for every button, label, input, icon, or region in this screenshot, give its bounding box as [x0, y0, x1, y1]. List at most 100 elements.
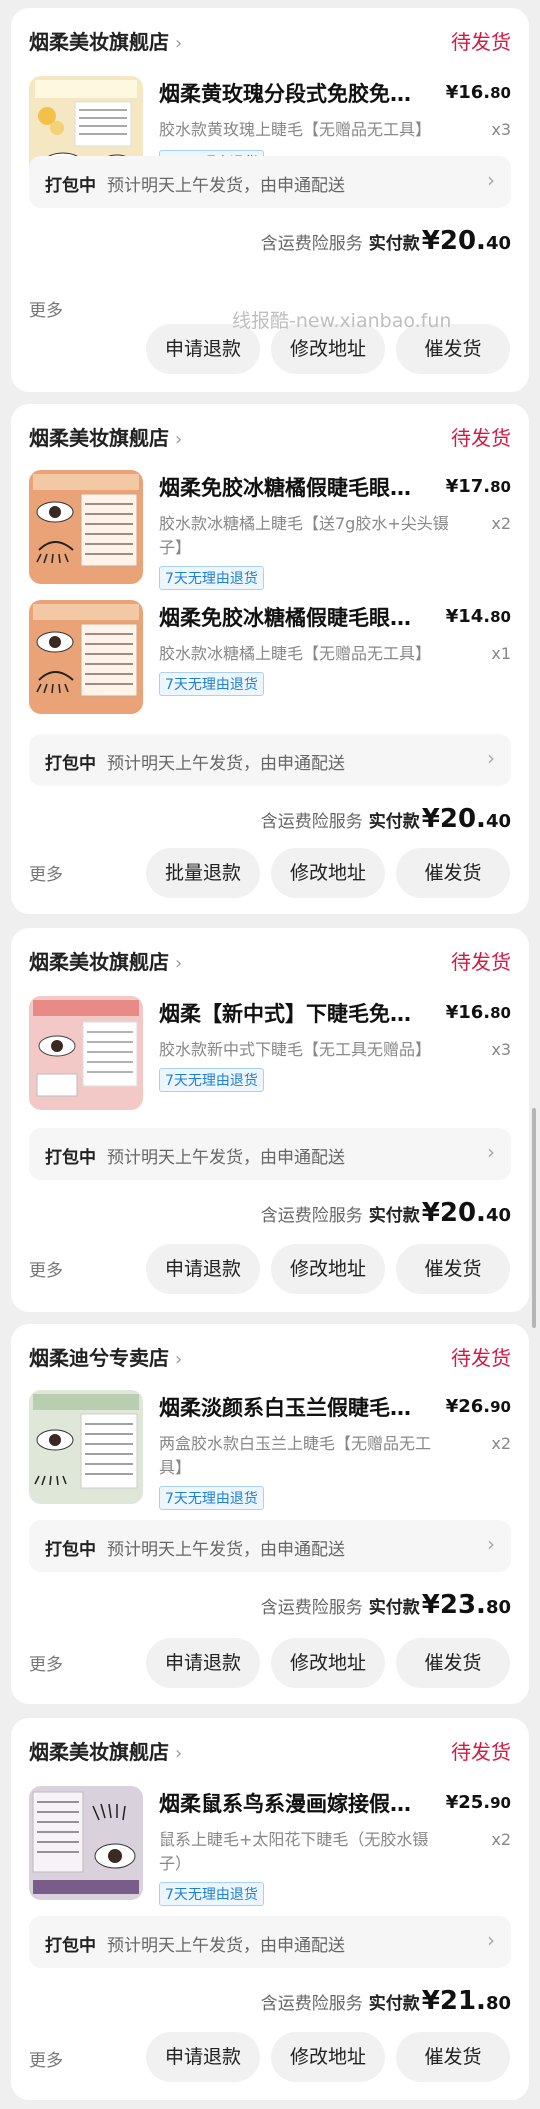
- scrollbar[interactable]: [532, 1108, 536, 1328]
- chevron-right-icon: ›: [487, 1928, 495, 1952]
- more-link[interactable]: 更多: [29, 1650, 63, 1675]
- product-title[interactable]: 烟柔【新中式】下睫毛免胶…: [159, 998, 414, 1028]
- chevron-right-icon: ›: [175, 1743, 183, 1764]
- shipping-status-bar[interactable]: 打包中 预计明天上午发货，由申通配送 ›: [29, 156, 511, 208]
- batch-refund-button[interactable]: 批量退款: [146, 848, 260, 898]
- paid-integer: ¥23.: [421, 1590, 486, 1620]
- refund-button[interactable]: 申请退款: [146, 2032, 260, 2082]
- shipping-status-bar[interactable]: 打包中 预计明天上午发货，由申通配送 ›: [29, 1520, 511, 1572]
- shop-header[interactable]: 烟柔美妆旗舰店 › 待发货: [29, 946, 511, 978]
- payment-summary: 含运费险服务 实付款¥20.40: [261, 1198, 511, 1228]
- urge-shipping-button[interactable]: 催发货: [396, 1244, 510, 1294]
- product-quantity: x3: [491, 1040, 511, 1059]
- shipping-status-label: 打包中: [45, 1148, 96, 1168]
- product-price: ¥26.90: [446, 1396, 511, 1417]
- refund-button[interactable]: 申请退款: [146, 1638, 260, 1688]
- paid-integer: ¥21.: [421, 1986, 486, 2016]
- paid-decimal: 40: [485, 233, 511, 254]
- order-item[interactable]: 烟柔免胶冰糖橘假睫毛眼… ¥17.80 胶水款冰糖橘上睫毛【送7g胶水+尖头镊子…: [29, 470, 511, 590]
- shipping-status-label: 打包中: [45, 176, 96, 196]
- price-integer: ¥16.: [445, 82, 491, 103]
- order-status: 待发货: [451, 1346, 511, 1370]
- price-integer: ¥17.: [445, 476, 491, 497]
- paid-amount: ¥20.40: [422, 804, 511, 834]
- order-item[interactable]: 烟柔淡颜系白玉兰假睫毛… ¥26.90 两盒胶水款白玉兰上睫毛【无赠品无工具】 …: [29, 1390, 511, 1510]
- paid-decimal: 40: [485, 811, 511, 832]
- insurance-note: 含运费险服务: [260, 812, 363, 832]
- product-spec: 胶水款新中式下睫毛【无工具无赠品】: [159, 1040, 432, 1059]
- change-address-button[interactable]: 修改地址: [271, 1244, 385, 1294]
- shop-header[interactable]: 烟柔美妆旗舰店 › 待发货: [29, 26, 511, 58]
- change-address-button[interactable]: 修改地址: [271, 848, 385, 898]
- shipping-status-bar[interactable]: 打包中 预计明天上午发货，由申通配送 ›: [29, 1128, 511, 1180]
- paid-integer: ¥20.: [421, 1198, 486, 1228]
- price-integer: ¥25.: [445, 1792, 491, 1813]
- more-link[interactable]: 更多: [29, 1256, 63, 1281]
- more-link[interactable]: 更多: [29, 2046, 63, 2071]
- price-integer: ¥16.: [445, 1002, 491, 1023]
- order-status: 待发货: [451, 950, 511, 974]
- product-spec: 两盒胶水款白玉兰上睫毛【无赠品无工具】: [159, 1434, 432, 1477]
- more-link[interactable]: 更多: [29, 860, 63, 885]
- urge-shipping-button[interactable]: 催发货: [396, 1638, 510, 1688]
- product-thumbnail[interactable]: [29, 1786, 143, 1900]
- product-spec: 胶水款冰糖橘上睫毛【送7g胶水+尖头镊子】: [159, 514, 449, 557]
- more-link[interactable]: 更多: [29, 296, 63, 321]
- product-title[interactable]: 烟柔免胶冰糖橘假睫毛眼…: [159, 472, 414, 502]
- product-price: ¥16.80: [446, 1002, 511, 1023]
- product-title[interactable]: 烟柔淡颜系白玉兰假睫毛…: [159, 1392, 414, 1422]
- chevron-right-icon: ›: [487, 1532, 495, 1556]
- urge-shipping-button[interactable]: 催发货: [396, 848, 510, 898]
- product-thumbnail[interactable]: [29, 600, 143, 714]
- price-decimal: 90: [490, 1398, 511, 1416]
- shipping-status-text: 预计明天上午发货，由申通配送: [107, 176, 345, 196]
- return-policy-tag: 7天无理由退货: [159, 1486, 264, 1510]
- shipping-status-bar[interactable]: 打包中 预计明天上午发货，由申通配送 ›: [29, 1916, 511, 1968]
- paid-label: 实付款: [368, 1598, 420, 1618]
- product-thumbnail[interactable]: [29, 996, 143, 1110]
- paid-amount: ¥23.80: [422, 1590, 511, 1620]
- paid-amount: ¥20.40: [422, 1198, 511, 1228]
- product-title[interactable]: 烟柔鼠系鸟系漫画嫁接假…: [159, 1788, 414, 1818]
- shipping-status-text: 预计明天上午发货，由申通配送: [107, 754, 345, 774]
- product-thumbnail[interactable]: [29, 1390, 143, 1504]
- product-title[interactable]: 烟柔免胶冰糖橘假睫毛眼…: [159, 602, 414, 632]
- payment-summary: 含运费险服务 实付款¥23.80: [261, 1590, 511, 1620]
- shop-name[interactable]: 烟柔迪兮专卖店: [29, 1346, 169, 1370]
- change-address-button[interactable]: 修改地址: [271, 1638, 385, 1688]
- return-policy-tag: 7天无理由退货: [159, 566, 264, 590]
- paid-label: 实付款: [368, 234, 420, 254]
- product-thumbnail[interactable]: [29, 470, 143, 584]
- shop-header[interactable]: 烟柔美妆旗舰店 › 待发货: [29, 422, 511, 454]
- shipping-status-label: 打包中: [45, 754, 96, 774]
- return-policy-tag: 7天无理由退货: [159, 1882, 264, 1906]
- product-spec: 胶水款黄玫瑰上睫毛【无赠品无工具】: [159, 120, 432, 139]
- price-integer: ¥26.: [445, 1396, 491, 1417]
- product-quantity: x1: [491, 644, 511, 663]
- shop-header[interactable]: 烟柔迪兮专卖店 › 待发货: [29, 1342, 511, 1374]
- paid-label: 实付款: [368, 812, 420, 832]
- paid-amount: ¥21.80: [422, 1986, 511, 2016]
- product-price: ¥17.80: [446, 476, 511, 497]
- shop-name[interactable]: 烟柔美妆旗舰店: [29, 426, 169, 450]
- order-item[interactable]: 烟柔免胶冰糖橘假睫毛眼… ¥14.80 胶水款冰糖橘上睫毛【无赠品无工具】 x1…: [29, 600, 511, 718]
- shop-name[interactable]: 烟柔美妆旗舰店: [29, 950, 169, 974]
- refund-button[interactable]: 申请退款: [146, 1244, 260, 1294]
- shipping-status-bar[interactable]: 打包中 预计明天上午发货，由申通配送 ›: [29, 734, 511, 786]
- paid-decimal: 80: [485, 1993, 511, 2014]
- price-integer: ¥14.: [445, 606, 491, 627]
- shop-name[interactable]: 烟柔美妆旗舰店: [29, 1740, 169, 1764]
- shop-name[interactable]: 烟柔美妆旗舰店: [29, 30, 169, 54]
- urge-shipping-button[interactable]: 催发货: [396, 2032, 510, 2082]
- product-title[interactable]: 烟柔黄玫瑰分段式免胶免…: [159, 78, 414, 108]
- paid-label: 实付款: [368, 1994, 420, 2014]
- order-item[interactable]: 烟柔【新中式】下睫毛免胶… ¥16.80 胶水款新中式下睫毛【无工具无赠品】 x…: [29, 996, 511, 1114]
- order-status: 待发货: [451, 426, 511, 450]
- order-item[interactable]: 烟柔鼠系鸟系漫画嫁接假… ¥25.90 鼠系上睫毛+太阳花下睫毛（无胶水镊子） …: [29, 1786, 511, 1906]
- product-price: ¥16.80: [446, 82, 511, 103]
- change-address-button[interactable]: 修改地址: [271, 2032, 385, 2082]
- paid-integer: ¥20.: [421, 226, 486, 256]
- insurance-note: 含运费险服务: [260, 1598, 363, 1618]
- chevron-right-icon: ›: [487, 168, 495, 192]
- shop-header[interactable]: 烟柔美妆旗舰店 › 待发货: [29, 1736, 511, 1768]
